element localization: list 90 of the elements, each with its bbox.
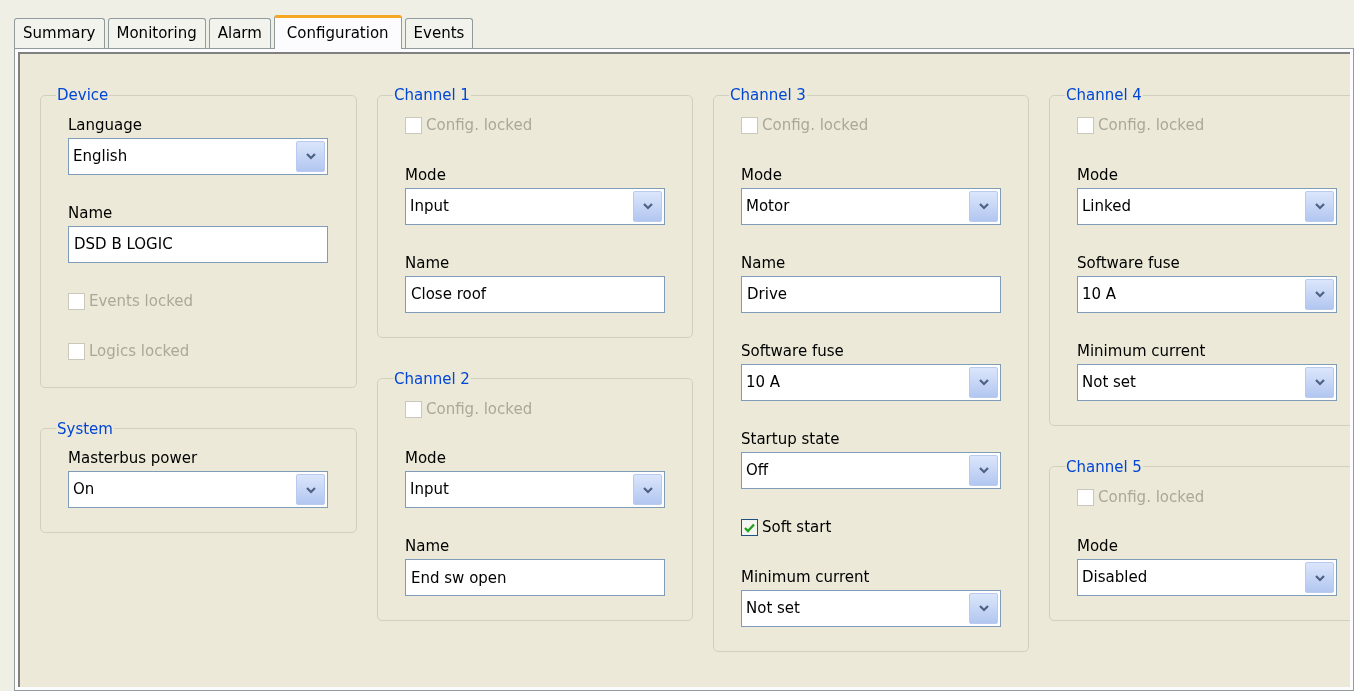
field-label: Name (741, 252, 787, 273)
field-label: Minimum current (1077, 340, 1207, 361)
field-label: Software fuse (1077, 252, 1181, 273)
group-title: Channel 5 (1065, 456, 1143, 478)
input-field[interactable]: Close roof (405, 275, 665, 313)
field-label: Mode (1077, 536, 1119, 556)
chevron-down-icon (642, 202, 653, 210)
field-label: Startup state (741, 428, 841, 449)
field-label: Mode (1077, 164, 1119, 185)
dropdown-button[interactable] (296, 140, 325, 172)
check-icon (744, 522, 755, 533)
field-label: Language (68, 114, 144, 135)
dropdown[interactable]: 10 A (1077, 275, 1337, 313)
dropdown-button[interactable] (969, 454, 998, 486)
dropdown-value: 10 A (746, 371, 782, 393)
dropdown[interactable]: Off (741, 451, 1001, 489)
dropdown[interactable]: On (68, 471, 328, 508)
dropdown-value: Not set (746, 597, 801, 619)
dropdown[interactable]: Disabled (1077, 559, 1337, 596)
field-label: Minimum current (741, 566, 871, 587)
tab[interactable]: Events (404, 18, 474, 48)
group-title: Channel 4 (1065, 85, 1143, 106)
checkbox-label: Events locked (89, 291, 194, 313)
dropdown[interactable]: Not set (741, 589, 1001, 627)
input-field[interactable]: Drive (741, 275, 1001, 313)
chevron-down-icon (305, 152, 316, 160)
chevron-down-icon (1314, 573, 1325, 582)
dropdown-button[interactable] (1305, 278, 1334, 310)
tab[interactable]: Configuration (273, 15, 402, 49)
field-label: Mode (405, 164, 447, 185)
checkbox-label: Config. locked (1098, 115, 1205, 137)
dropdown-button[interactable] (969, 366, 998, 398)
dropdown-button[interactable] (296, 474, 325, 505)
checkbox[interactable] (741, 519, 758, 536)
dropdown[interactable]: English (68, 137, 328, 175)
dropdown-value: 10 A (1082, 283, 1118, 305)
dropdown-value: Linked (1082, 195, 1132, 217)
dropdown-value: On (73, 479, 96, 501)
field-label: Masterbus power (68, 448, 199, 468)
group-title: Device (56, 85, 110, 106)
chevron-down-icon (305, 485, 316, 494)
checkbox-label: Config. locked (1098, 486, 1205, 508)
tab[interactable]: Monitoring (107, 18, 206, 48)
dropdown[interactable]: Input (405, 187, 665, 225)
checkbox-label: Logics locked (89, 341, 190, 363)
chevron-down-icon (642, 485, 653, 494)
chevron-down-icon (978, 466, 989, 474)
dropdown[interactable]: Not set (1077, 363, 1337, 401)
field-label: Mode (741, 164, 783, 185)
dropdown-value: Motor (746, 195, 791, 217)
field-label: Software fuse (741, 340, 845, 361)
input-field[interactable]: DSD B LOGIC (68, 225, 328, 263)
dropdown-value: Not set (1082, 371, 1137, 393)
field-label: Name (405, 252, 451, 273)
checkbox-label: Soft start (762, 517, 832, 539)
tab[interactable]: Alarm (208, 18, 271, 48)
chevron-down-icon (978, 378, 989, 386)
chevron-down-icon (978, 202, 989, 210)
group-title: Channel 1 (393, 85, 471, 106)
group-title: Channel 3 (729, 85, 807, 106)
dropdown-button[interactable] (1305, 366, 1334, 398)
dropdown-value: Input (410, 479, 450, 501)
checkbox-label: Config. locked (426, 398, 533, 420)
dropdown[interactable]: Input (405, 471, 665, 508)
dropdown-button[interactable] (969, 592, 998, 624)
dropdown[interactable]: Motor (741, 187, 1001, 225)
group-title: Channel 2 (393, 368, 471, 390)
chevron-down-icon (1314, 202, 1325, 210)
dropdown-button[interactable] (1305, 562, 1334, 593)
field-label: Name (405, 536, 451, 556)
field-label: Mode (405, 448, 447, 468)
dropdown-button[interactable] (969, 190, 998, 222)
checkbox-label: Config. locked (426, 115, 533, 137)
dropdown-button[interactable] (633, 474, 662, 505)
chevron-down-icon (1314, 290, 1325, 298)
checkbox-label: Config. locked (762, 115, 869, 137)
tab[interactable]: Summary (14, 18, 105, 48)
dropdown-value: Input (410, 195, 450, 217)
dropdown[interactable]: 10 A (741, 363, 1001, 401)
chevron-down-icon (978, 604, 989, 612)
group-title: System (56, 418, 114, 440)
dropdown[interactable]: Linked (1077, 187, 1337, 225)
dropdown-value: Off (746, 459, 770, 481)
dropdown-value: English (73, 145, 129, 167)
chevron-down-icon (1314, 378, 1325, 386)
input-field[interactable]: End sw open (405, 559, 665, 596)
dropdown-button[interactable] (633, 190, 662, 222)
dropdown-button[interactable] (1305, 190, 1334, 222)
field-label: Name (68, 202, 114, 223)
dropdown-value: Disabled (1082, 567, 1149, 589)
